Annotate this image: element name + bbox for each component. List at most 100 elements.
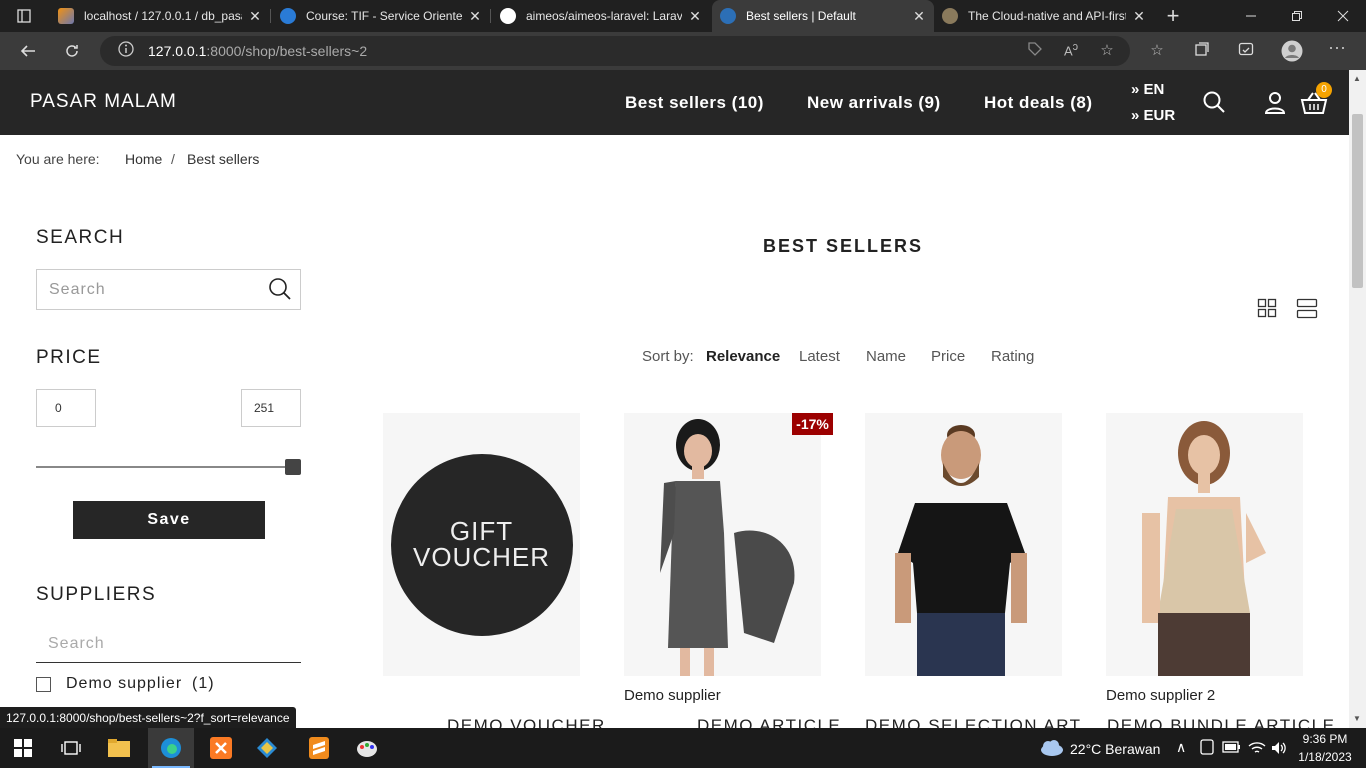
file-explorer-icon[interactable] [96,728,142,768]
device-icon[interactable] [1200,739,1214,758]
scroll-down-arrow-icon[interactable]: ▼ [1353,714,1361,723]
supplier-search-input[interactable]: Search [36,626,301,663]
product-image-bundle[interactable] [1106,413,1303,676]
suppliers-heading: SUPPLIERS [36,584,157,605]
task-view-icon[interactable] [48,728,94,768]
windows-start-icon[interactable] [0,728,46,768]
tab-title: aimeos/aimeos-laravel: Larav [526,9,682,23]
product-image-selection[interactable] [865,413,1062,676]
refresh-button[interactable] [58,38,86,64]
github-icon [500,8,516,24]
web-capture-icon[interactable] [1236,41,1256,61]
site-info-icon[interactable] [116,41,136,61]
scrollbar-thumb[interactable] [1352,114,1363,288]
read-aloud-icon[interactable]: Aↄ [1061,41,1081,61]
man-tshirt-image [895,425,1027,676]
price-slider-handle[interactable] [285,459,301,475]
currency-selector[interactable]: » EUR [1131,107,1175,124]
xampp-icon[interactable] [198,728,244,768]
search-placeholder: Search [49,280,106,298]
close-tab-icon[interactable]: ✕ [468,8,482,25]
woman-top-image [1142,421,1266,676]
breadcrumb-current: Best sellers [187,151,260,167]
basket-count-badge: 0 [1316,82,1332,98]
clock-time[interactable]: 9:36 PM [1302,732,1348,746]
tab-course[interactable]: Course: TIF - Service Oriented ✕ [272,0,490,32]
close-window-button[interactable] [1320,0,1366,32]
site-icon [942,8,958,24]
product-image-voucher[interactable]: GIFT VOUCHER [383,413,580,676]
sort-label: Sort by: [642,348,694,365]
site-logo[interactable]: PASAR MALAM [30,91,177,113]
sort-latest[interactable]: Latest [799,348,840,365]
sort-name[interactable]: Name [866,348,906,365]
language-selector[interactable]: » EN [1131,81,1164,98]
url-path: :8000/shop/best-sellers~2 [206,43,368,59]
scroll-up-arrow-icon[interactable]: ▲ [1353,74,1361,83]
tab-title: The Cloud-native and API-first [968,9,1126,23]
tab-actions-icon[interactable] [0,0,48,32]
tab-best-sellers[interactable]: Best sellers | Default ✕ [712,0,934,32]
close-tab-icon[interactable]: ✕ [248,8,262,25]
search-input[interactable]: Search [36,269,301,310]
url-host: 127.0.0.1 [148,43,207,59]
add-favorite-icon[interactable]: ☆ [1097,41,1117,61]
url-text[interactable]: 127.0.0.1:8000/shop/best-sellers~2 [148,43,367,59]
tag-icon[interactable] [1025,41,1045,61]
clock-date[interactable]: 1/18/2023 [1296,750,1354,764]
volume-icon[interactable] [1270,740,1288,759]
price-slider-track[interactable] [36,466,294,468]
sort-relevance[interactable]: Relevance [706,348,780,365]
account-icon[interactable] [1264,91,1286,120]
breadcrumb-label: You are here: [16,151,100,167]
search-icon[interactable] [1202,90,1226,119]
tab-github[interactable]: aimeos/aimeos-laravel: Larav ✕ [492,0,710,32]
weather-cloud-icon[interactable] [1038,739,1064,762]
product-supplier: Demo supplier 2 [1106,687,1216,704]
paint-app-icon[interactable] [344,728,390,768]
close-tab-icon[interactable]: ✕ [912,8,926,25]
product-supplier: Demo supplier [624,687,721,704]
nav-new-arrivals[interactable]: New arrivals (9) [807,93,941,113]
tab-title: localhost / 127.0.0.1 / db_pasar [84,9,242,23]
favorites-icon[interactable]: ☆ [1147,41,1167,61]
tab-title: Best sellers | Default [746,9,856,23]
wifi-icon[interactable] [1248,740,1266,759]
close-tab-icon[interactable]: ✕ [688,8,702,25]
tray-overflow-icon[interactable]: ∧ [1176,739,1186,756]
close-tab-icon[interactable]: ✕ [1132,8,1146,25]
aimeos-icon [720,8,736,24]
nav-hot-deals[interactable]: Hot deals (8) [984,93,1093,113]
grid-view-icon[interactable] [1257,298,1277,323]
search-submit-icon[interactable] [268,277,292,306]
supplier-checkbox[interactable] [36,677,51,692]
supplier-name[interactable]: Demo supplier [66,675,182,693]
moodle-icon [280,8,296,24]
more-menu-icon[interactable]: ⋯ [1327,38,1347,58]
new-tab-button[interactable]: + [1150,0,1196,32]
git-client-icon[interactable] [244,728,290,768]
profile-avatar[interactable] [1281,40,1303,62]
back-button[interactable] [14,38,42,64]
price-max-input[interactable]: 251 [241,389,301,427]
tab-phpmyadmin[interactable]: localhost / 127.0.0.1 / db_pasar ✕ [50,0,270,32]
battery-icon[interactable] [1222,740,1242,757]
list-view-icon[interactable] [1296,298,1318,325]
sublime-text-icon[interactable] [296,728,342,768]
restore-button[interactable] [1274,0,1320,32]
weather-text[interactable]: 22°C Berawan [1070,741,1160,757]
nav-best-sellers[interactable]: Best sellers (10) [625,93,764,113]
price-min-input[interactable]: 0 [36,389,96,427]
product-image-article[interactable] [624,413,821,676]
voucher-text-voucher: VOUCHER [412,542,550,572]
save-button[interactable]: Save [73,501,265,539]
price-heading: PRICE [36,347,102,368]
sort-price[interactable]: Price [931,348,965,365]
sort-rating[interactable]: Rating [991,348,1034,365]
edge-taskbar-icon[interactable] [148,728,194,768]
discount-badge: -17% [792,413,833,435]
tab-cloud-native[interactable]: The Cloud-native and API-first ✕ [934,0,1154,32]
minimize-button[interactable] [1228,0,1274,32]
breadcrumb-home[interactable]: Home [125,151,162,167]
collections-icon[interactable] [1192,41,1212,61]
